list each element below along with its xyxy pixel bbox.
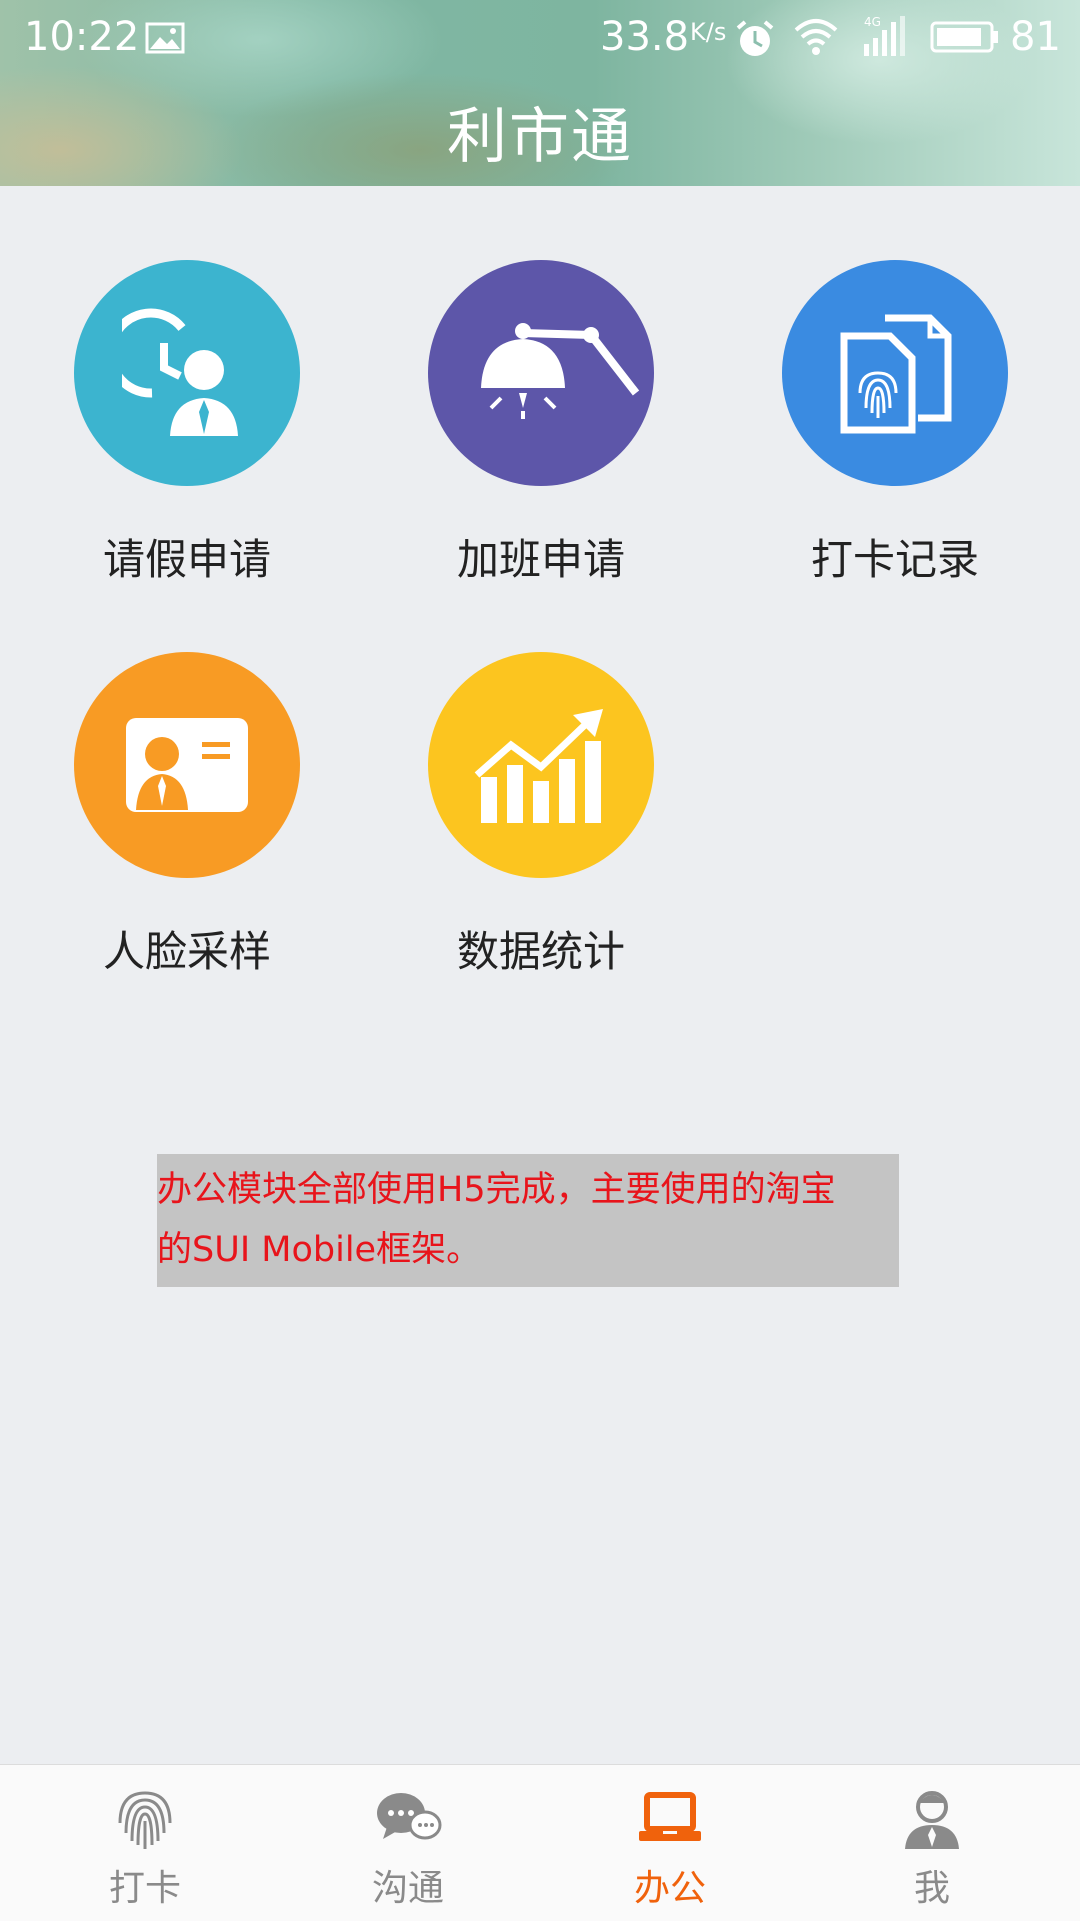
data-statistics-label: 数据统计 [456, 927, 625, 976]
face-sampling-tile[interactable]: 人脸采样 [37, 652, 337, 979]
leave-application-tile[interactable]: 请假申请 [37, 260, 337, 587]
battery-level: 81 [1010, 14, 1061, 60]
chat-bubbles-icon [377, 1793, 442, 1840]
overtime-application-label: 加班申请 [456, 535, 625, 584]
network-speed: 33.8 [600, 14, 690, 60]
overtime-application-tile[interactable]: 加班申请 [391, 260, 691, 587]
tab-clock-in-label: 打卡 [108, 1868, 181, 1909]
fingerprint-icon [118, 1791, 172, 1849]
leave-application-label: 请假申请 [102, 535, 271, 584]
image-notification-icon [145, 22, 185, 54]
bar-chart-trend-icon [428, 652, 654, 878]
page-title: 利市通 [447, 102, 633, 172]
tab-communication[interactable]: 沟通 [308, 1765, 508, 1921]
data-statistics-tile[interactable]: 数据统计 [391, 652, 691, 979]
tab-office[interactable]: 办公 [570, 1765, 770, 1921]
annotation-note-line1: 办公模块全部使用H5完成，主要使用的淘宝 [157, 1170, 836, 1210]
fingerprint-document-icon [782, 260, 1008, 486]
app-header: 10:22 33.8 K/s 4G 81 利市通 [0, 0, 1080, 186]
status-time: 10:22 [24, 14, 140, 60]
tab-me[interactable]: 我 [832, 1765, 1032, 1921]
face-sampling-label: 人脸采样 [102, 927, 271, 976]
id-card-person-icon [74, 652, 300, 878]
tab-clock-in[interactable]: 打卡 [45, 1765, 245, 1921]
tab-office-label: 办公 [633, 1868, 706, 1909]
battery-icon [930, 21, 998, 53]
desk-lamp-icon [428, 260, 654, 486]
leave-clock-person-icon [74, 260, 300, 486]
annotation-note: 办公模块全部使用H5完成，主要使用的淘宝 的SUI Mobile框架。 [157, 1154, 899, 1287]
network-speed-unit: K/s [690, 18, 727, 46]
bottom-tab-bar: 打卡 沟通 办公 我 [0, 1764, 1080, 1921]
laptop-icon [639, 1792, 701, 1841]
tab-me-label: 我 [913, 1868, 950, 1909]
signal-4g-icon: 4G [864, 15, 905, 56]
tab-communication-label: 沟通 [371, 1868, 444, 1909]
alarm-icon [736, 20, 774, 56]
svg-text:4G: 4G [864, 15, 881, 29]
clock-in-records-label: 打卡记录 [810, 535, 979, 584]
person-icon [905, 1791, 959, 1849]
clock-in-records-tile[interactable]: 打卡记录 [745, 260, 1045, 587]
annotation-note-line2: 的SUI Mobile框架。 [157, 1230, 482, 1270]
wifi-icon [794, 19, 838, 55]
status-bar: 10:22 33.8 K/s 4G 81 [0, 0, 1080, 76]
